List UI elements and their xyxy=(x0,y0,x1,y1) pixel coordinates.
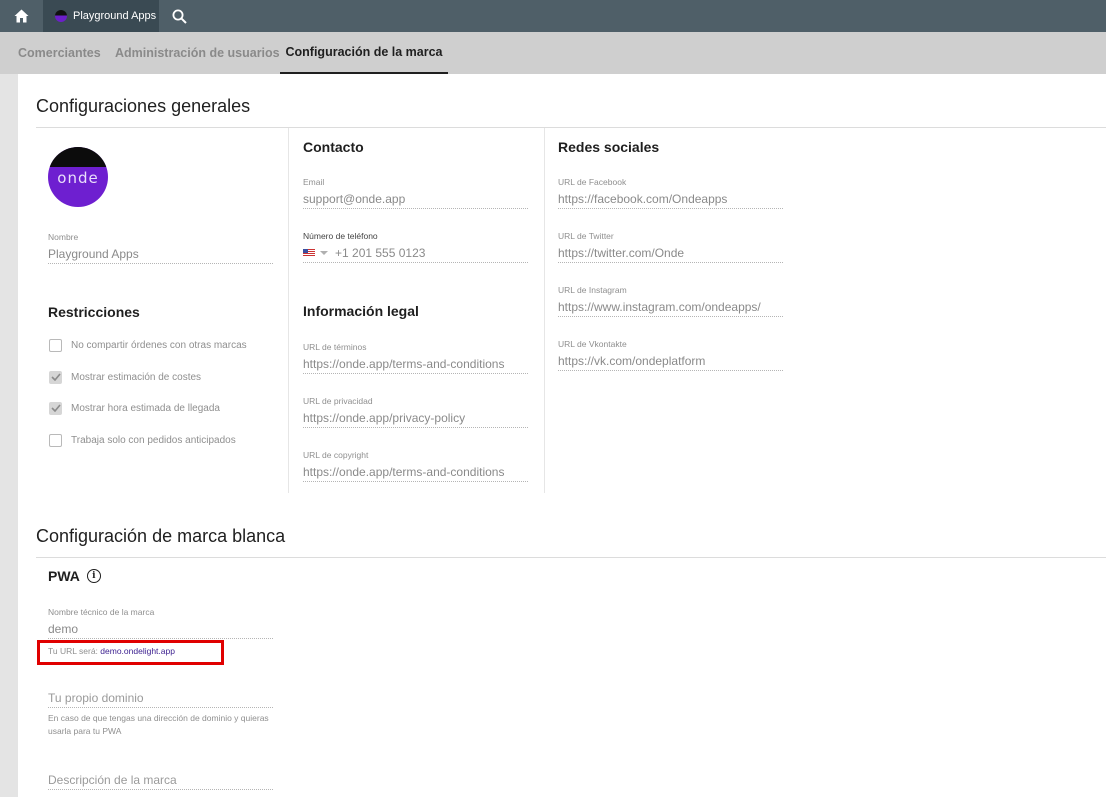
column-divider xyxy=(288,128,289,493)
search-button[interactable] xyxy=(166,0,192,32)
checkbox-label: Trabaja solo con pedidos anticipados xyxy=(71,434,236,446)
pwa-title: PWA xyxy=(48,568,80,584)
home-button[interactable] xyxy=(0,0,42,32)
app-tab-label: Playground Apps xyxy=(73,10,157,22)
app-tab-playground[interactable]: Playground Apps xyxy=(43,0,159,32)
tech-name-label: Nombre técnico de la marca xyxy=(48,607,155,617)
privacy-url-label: URL de privacidad xyxy=(303,396,373,406)
white-label-title: Configuración de marca blanca xyxy=(36,526,286,546)
general-settings-title: Configuraciones generales xyxy=(36,96,251,116)
checkbox-label: Mostrar hora estimada de llegada xyxy=(71,402,220,414)
tech-name-value: demo xyxy=(48,619,273,639)
checkmark-icon xyxy=(50,404,61,412)
name-value: Playground Apps xyxy=(48,244,273,264)
phone-input[interactable]: +1 201 555 0123 xyxy=(303,243,528,263)
checkbox[interactable] xyxy=(49,401,62,415)
email-value: support@onde.app xyxy=(303,189,528,209)
own-domain-input[interactable]: Tu propio dominio xyxy=(48,688,273,708)
instagram-url-label: URL de Instagram xyxy=(558,285,627,295)
chevron-down-icon[interactable] xyxy=(320,250,328,255)
tab-comerciantes[interactable]: Comerciantes xyxy=(18,32,101,74)
vk-url-field[interactable]: URL de Vkontakte https://vk.com/ondeplat… xyxy=(558,339,783,371)
checkbox[interactable] xyxy=(49,433,62,447)
copyright-url-label: URL de copyright xyxy=(303,450,369,460)
brand-description-input[interactable]: Descripción de la marca xyxy=(48,770,273,790)
facebook-url-label: URL de Facebook xyxy=(558,177,627,187)
own-domain-field[interactable]: Tu propio dominio En caso de que tengas … xyxy=(48,688,273,738)
instagram-url-value: https://www.instagram.com/ondeapps/ xyxy=(558,297,783,317)
checkbox-label: Mostrar estimación de costes xyxy=(71,371,202,383)
email-label: Email xyxy=(303,177,325,187)
privacy-url-field[interactable]: URL de privacidad https://onde.app/priva… xyxy=(303,396,528,428)
copyright-url-field[interactable]: URL de copyright https://onde.app/terms-… xyxy=(303,450,528,482)
terms-url-field[interactable]: URL de términos https://onde.app/terms-a… xyxy=(303,342,528,374)
tab-user-admin[interactable]: Administración de usuarios xyxy=(115,32,280,74)
checkbox-label: No compartir órdenes con otras marcas xyxy=(71,339,247,351)
tech-name-field[interactable]: Nombre técnico de la marca demo xyxy=(48,607,273,639)
us-flag-icon xyxy=(303,248,315,257)
phone-field[interactable]: Número de teléfono +1 201 555 0123 xyxy=(303,231,528,263)
twitter-url-label: URL de Twitter xyxy=(558,231,614,241)
checkbox[interactable] xyxy=(49,370,62,384)
facebook-url-value: https://facebook.com/Ondeapps xyxy=(558,189,783,209)
phone-value: +1 201 555 0123 xyxy=(335,245,426,260)
left-gutter xyxy=(0,74,18,797)
highlight-box xyxy=(37,640,224,665)
checkbox[interactable] xyxy=(49,338,62,352)
privacy-url-value: https://onde.app/privacy-policy xyxy=(303,408,528,428)
restriction-no-share[interactable]: No compartir órdenes con otras marcas xyxy=(49,338,247,352)
facebook-url-field[interactable]: URL de Facebook https://facebook.com/Ond… xyxy=(558,177,783,209)
pwa-heading: PWA i xyxy=(48,568,101,584)
section-divider xyxy=(36,557,1106,558)
top-bar: Playground Apps xyxy=(0,0,1106,32)
app-logo-icon xyxy=(55,10,67,22)
legal-info-title: Información legal xyxy=(303,303,419,319)
name-label: Nombre xyxy=(48,232,79,242)
twitter-url-value: https://twitter.com/Onde xyxy=(558,243,783,263)
restriction-cost-estimate[interactable]: Mostrar estimación de costes xyxy=(49,370,201,384)
instagram-url-field[interactable]: URL de Instagram https://www.instagram.c… xyxy=(558,285,783,317)
brand-logo[interactable]: onde xyxy=(48,147,108,207)
phone-label: Número de teléfono xyxy=(303,231,378,241)
brand-subnav: Comerciantes Administración de usuarios … xyxy=(0,32,1106,74)
terms-url-label: URL de términos xyxy=(303,342,367,352)
brand-logo-text: onde xyxy=(57,169,99,187)
section-divider xyxy=(36,127,1106,128)
search-icon xyxy=(172,9,187,24)
info-icon[interactable]: i xyxy=(86,569,101,583)
social-networks-title: Redes sociales xyxy=(558,139,660,155)
copyright-url-value: https://onde.app/terms-and-conditions xyxy=(303,462,528,482)
terms-url-value: https://onde.app/terms-and-conditions xyxy=(303,354,528,374)
home-icon xyxy=(14,9,28,23)
restriction-eta[interactable]: Mostrar hora estimada de llegada xyxy=(49,401,220,415)
column-divider xyxy=(544,128,545,493)
vk-url-value: https://vk.com/ondeplatform xyxy=(558,351,783,371)
vk-url-label: URL de Vkontakte xyxy=(558,339,627,349)
restriction-preorders-only[interactable]: Trabaja solo con pedidos anticipados xyxy=(49,433,236,447)
brand-description-field[interactable]: Descripción de la marca xyxy=(48,770,273,790)
name-field[interactable]: Nombre Playground Apps xyxy=(48,232,273,264)
contact-title: Contacto xyxy=(303,139,364,155)
twitter-url-field[interactable]: URL de Twitter https://twitter.com/Onde xyxy=(558,231,783,263)
own-domain-help: En caso de que tengas una dirección de d… xyxy=(48,713,269,736)
email-field[interactable]: Email support@onde.app xyxy=(303,177,528,209)
restrictions-title: Restricciones xyxy=(48,304,140,320)
tab-brand-settings[interactable]: Configuración de la marca xyxy=(280,32,448,74)
checkmark-icon xyxy=(50,373,61,381)
